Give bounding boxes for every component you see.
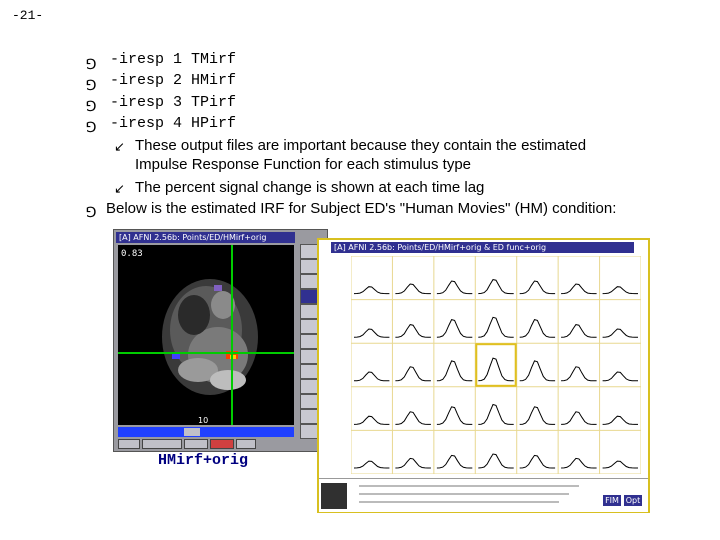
irf-curve — [519, 319, 556, 338]
irf-curve — [478, 316, 514, 338]
bullet-item: -iresp 4 HPirf — [110, 115, 237, 132]
irf-curve — [561, 411, 597, 425]
bullet-icon: ⅁ — [85, 99, 97, 115]
status-thumbnail — [321, 483, 347, 509]
irf-curve — [353, 460, 390, 469]
irf-curve — [353, 371, 390, 382]
irf-curve — [561, 283, 597, 295]
tool-button[interactable] — [118, 439, 140, 449]
irf-curve — [395, 411, 431, 425]
irf-curve — [395, 283, 431, 295]
tool-button[interactable] — [142, 439, 182, 449]
status-line — [359, 485, 579, 487]
irf-curve — [602, 286, 638, 295]
irf-curve — [395, 457, 431, 469]
irf-curve — [519, 360, 556, 382]
status-line — [359, 493, 569, 495]
irf-curve — [602, 415, 638, 425]
bullet-item: -iresp 2 HMirf — [110, 72, 237, 89]
irf-curve — [478, 279, 514, 295]
tool-button[interactable] — [210, 439, 234, 449]
irf-curve — [436, 319, 473, 338]
final-bullet-text: Below is the estimated IRF for Subject E… — [106, 200, 617, 217]
slider-value: 10 — [198, 416, 209, 425]
irf-curve — [478, 453, 514, 469]
slice-slider[interactable] — [118, 427, 294, 437]
irf-curve — [395, 324, 431, 338]
irf-curve — [436, 406, 473, 425]
bullet-icon: ⅁ — [85, 78, 97, 94]
irf-curve — [561, 457, 597, 469]
irf-curve — [602, 371, 638, 382]
sub-bullet-item: These output files are important because… — [135, 136, 695, 174]
svg-text:0.83: 0.83 — [121, 249, 143, 259]
irf-curve — [561, 366, 597, 382]
arrow-bullet-icon: ↙ — [114, 182, 125, 197]
irf-graph-grid[interactable] — [350, 255, 642, 479]
tool-button[interactable] — [184, 439, 208, 449]
irf-curve — [436, 454, 473, 469]
bullet-icon: ⅁ — [85, 205, 97, 221]
irf-curve — [519, 280, 556, 295]
afni-graph-window: [A] AFNI 2.56b: Points/ED/HMirf+orig & E… — [317, 238, 650, 513]
irf-curve — [602, 460, 638, 469]
irf-curve — [478, 357, 514, 382]
irf-curve — [353, 328, 390, 338]
slider-handle[interactable] — [184, 428, 200, 436]
bullet-icon: ⅁ — [85, 57, 97, 73]
irf-curve — [436, 280, 473, 295]
graph-status-bar: FIM Opt — [319, 478, 648, 512]
brain-image[interactable]: 0.83 — [118, 245, 294, 425]
page-number: -21- — [12, 8, 44, 23]
window-title: [A] AFNI 2.56b: Points/ED/HMirf+orig & E… — [331, 242, 634, 253]
irf-curve — [353, 286, 390, 295]
irf-curve — [602, 328, 638, 338]
irf-graph-svg — [350, 255, 642, 475]
irf-curve — [561, 324, 597, 338]
bullet-item: -iresp 3 TPirf — [110, 94, 237, 111]
irf-curve — [519, 454, 556, 469]
sub-bullet-line: These output files are important because… — [135, 137, 587, 154]
bullet-icon: ⅁ — [85, 120, 97, 136]
window-title: [A] AFNI 2.56b: Points/ED/HMirf+orig — [116, 232, 295, 243]
opt-button[interactable]: Opt — [624, 495, 642, 506]
status-line — [359, 501, 559, 503]
brain-slice-svg: 0.83 — [118, 245, 294, 425]
afni-image-window: [A] AFNI 2.56b: Points/ED/HMirf+orig 0.8… — [113, 229, 328, 452]
bullet-item: -iresp 1 TMirf — [110, 51, 237, 68]
irf-curve — [478, 403, 514, 425]
sub-bullet-item: The percent signal change is shown at ea… — [135, 179, 485, 196]
irf-curve — [436, 360, 473, 382]
irf-curve — [395, 366, 431, 382]
tool-button[interactable] — [236, 439, 256, 449]
irf-curve — [519, 406, 556, 425]
arrow-bullet-icon: ↙ — [114, 140, 125, 155]
image-caption: HMirf+orig — [158, 452, 249, 469]
irf-curve — [353, 415, 390, 425]
sub-bullet-line: Impulse Response Function for each stimu… — [135, 156, 471, 173]
fim-button[interactable]: FIM — [603, 495, 621, 506]
